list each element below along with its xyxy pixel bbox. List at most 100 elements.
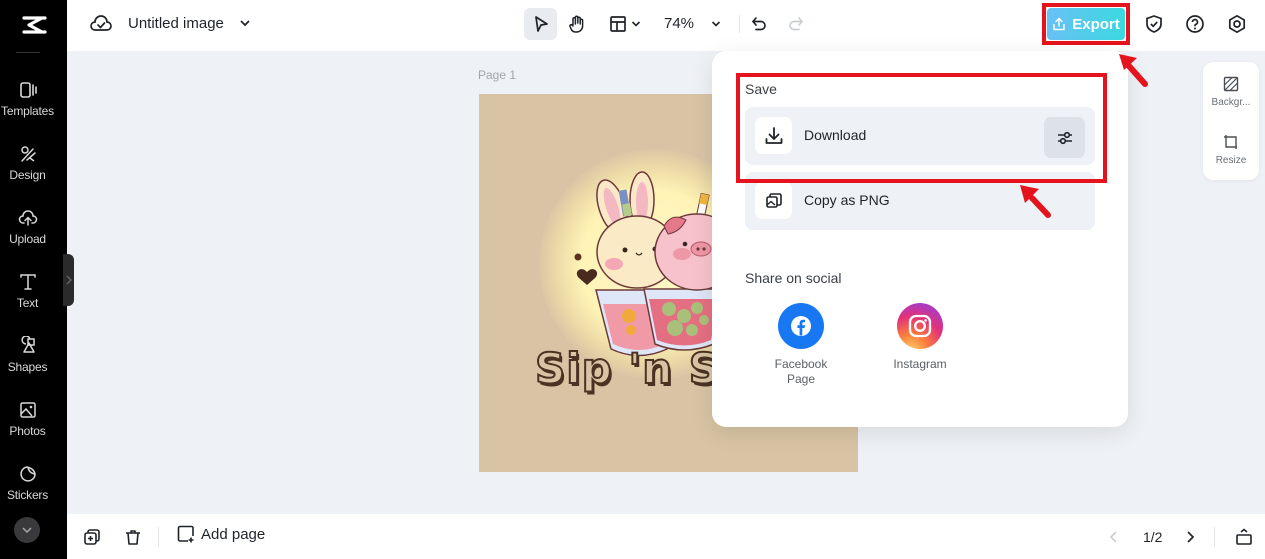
divider bbox=[1214, 527, 1215, 547]
download-icon bbox=[765, 126, 782, 144]
hand-tool-button[interactable] bbox=[562, 8, 592, 40]
chevron-down-icon bbox=[631, 21, 640, 27]
capcut-logo-icon bbox=[21, 16, 47, 34]
divider bbox=[739, 15, 740, 33]
sidebar-item-photos[interactable]: Photos bbox=[0, 400, 55, 456]
settings-button[interactable] bbox=[1226, 13, 1248, 35]
zoom-level[interactable]: 74% bbox=[664, 15, 694, 32]
resize-button[interactable]: Resize bbox=[1203, 134, 1259, 166]
sidebar-item-label: Photos bbox=[9, 424, 46, 438]
sidebar-item-stickers[interactable]: Stickers bbox=[0, 464, 55, 520]
background-label: Backgr... bbox=[1211, 97, 1251, 108]
page-panel-toggle-button[interactable] bbox=[1233, 526, 1255, 548]
sidebar-item-upload[interactable]: Upload bbox=[0, 208, 55, 264]
right-tool-panel: Backgr... Resize bbox=[1203, 62, 1259, 180]
sidebar-item-templates[interactable]: Templates bbox=[0, 80, 55, 136]
sliders-icon bbox=[1057, 131, 1072, 144]
next-page-button[interactable] bbox=[1179, 526, 1201, 548]
chevron-down-icon bbox=[22, 527, 32, 534]
templates-icon bbox=[19, 82, 37, 98]
chevron-down-icon bbox=[711, 21, 721, 27]
upload-icon bbox=[18, 210, 37, 226]
copy-as-png-label: Copy as PNG bbox=[804, 192, 890, 208]
more-tools-button[interactable] bbox=[14, 517, 40, 543]
gear-icon bbox=[1228, 14, 1246, 34]
delete-page-button[interactable] bbox=[122, 526, 144, 548]
background-icon bbox=[1223, 76, 1239, 92]
divider bbox=[16, 52, 40, 53]
undo-button[interactable] bbox=[748, 8, 770, 40]
page-label: Page 1 bbox=[478, 68, 517, 82]
download-label: Download bbox=[804, 127, 867, 143]
top-toolbar: Untitled image 74% Export bbox=[67, 0, 1265, 51]
download-icon-box bbox=[755, 117, 792, 154]
chevron-up-panel-icon bbox=[1236, 528, 1252, 545]
hand-icon bbox=[569, 15, 584, 33]
undo-icon bbox=[751, 17, 766, 31]
add-page-icon bbox=[177, 525, 194, 543]
sidebar-item-label: Text bbox=[16, 296, 39, 310]
duplicate-page-button[interactable] bbox=[81, 526, 103, 548]
previous-page-button[interactable] bbox=[1103, 526, 1125, 548]
add-page-button[interactable]: Add page bbox=[177, 525, 265, 543]
bottom-toolbar: Add page 1/2 bbox=[67, 514, 1265, 559]
share-heading: Share on social bbox=[745, 270, 842, 286]
design-icon bbox=[20, 146, 36, 162]
export-label: Export bbox=[1072, 15, 1120, 33]
download-settings-button[interactable] bbox=[1044, 117, 1085, 158]
share-upload-icon bbox=[1053, 17, 1065, 31]
copy-as-png-option[interactable]: Copy as PNG bbox=[745, 172, 1095, 230]
duplicate-icon bbox=[84, 529, 100, 545]
sidebar-item-text[interactable]: Text bbox=[0, 272, 55, 328]
left-sidebar: Templates Design Upload Text Shapes Phot… bbox=[0, 0, 67, 559]
chevron-right-icon bbox=[66, 275, 72, 285]
layout-icon bbox=[609, 16, 626, 32]
cloud-saved-icon[interactable] bbox=[90, 14, 112, 39]
text-icon bbox=[19, 274, 36, 290]
heart-icon bbox=[576, 269, 598, 285]
page-counter: 1/2 bbox=[1143, 529, 1163, 545]
facebook-icon bbox=[778, 303, 824, 349]
chevron-left-icon bbox=[1109, 531, 1117, 543]
sidebar-item-design[interactable]: Design bbox=[0, 144, 55, 200]
copy-image-icon bbox=[765, 192, 782, 208]
export-popup: Save Download Copy as PNG Share on socia… bbox=[712, 51, 1128, 427]
select-tool-button[interactable] bbox=[524, 8, 557, 40]
add-page-label: Add page bbox=[201, 525, 266, 543]
share-instagram[interactable]: Instagram bbox=[880, 303, 960, 372]
photos-icon bbox=[19, 402, 36, 418]
sidebar-item-label: Templates bbox=[1, 104, 54, 118]
sidebar-collapse-handle[interactable] bbox=[63, 254, 74, 306]
chevron-down-icon[interactable] bbox=[238, 16, 252, 35]
instagram-icon bbox=[897, 303, 943, 349]
zoom-dropdown-button[interactable] bbox=[705, 8, 727, 40]
export-button[interactable]: Export bbox=[1047, 8, 1125, 40]
document-title[interactable]: Untitled image bbox=[128, 15, 224, 32]
divider bbox=[158, 527, 159, 547]
background-button[interactable]: Backgr... bbox=[1203, 76, 1259, 108]
layout-menu-button[interactable] bbox=[605, 8, 645, 40]
shapes-icon bbox=[20, 336, 35, 353]
capcut-logo[interactable] bbox=[0, 0, 67, 50]
resize-icon bbox=[1224, 135, 1237, 149]
save-heading: Save bbox=[745, 81, 777, 97]
sidebar-item-label: Shapes bbox=[7, 360, 48, 374]
sidebar-item-label: Stickers bbox=[6, 488, 49, 502]
export-highlight-box: Export bbox=[1042, 3, 1130, 45]
trash-icon bbox=[126, 530, 140, 545]
sidebar-item-shapes[interactable]: Shapes bbox=[0, 336, 55, 392]
stickers-icon bbox=[19, 466, 36, 482]
shield-check-button[interactable] bbox=[1143, 13, 1165, 35]
chevron-right-icon bbox=[1187, 531, 1195, 543]
resize-label: Resize bbox=[1215, 155, 1247, 166]
instagram-label: Instagram bbox=[893, 357, 947, 371]
shield-check-icon bbox=[1146, 15, 1162, 33]
redo-icon bbox=[789, 17, 804, 31]
redo-button[interactable] bbox=[785, 8, 807, 40]
download-option[interactable]: Download bbox=[745, 107, 1095, 165]
help-button[interactable] bbox=[1184, 13, 1206, 35]
cursor-icon bbox=[534, 16, 548, 32]
heart-icon bbox=[574, 253, 582, 261]
sidebar-item-label: Design bbox=[9, 168, 46, 182]
share-facebook-page[interactable]: Facebook Page bbox=[761, 303, 841, 387]
